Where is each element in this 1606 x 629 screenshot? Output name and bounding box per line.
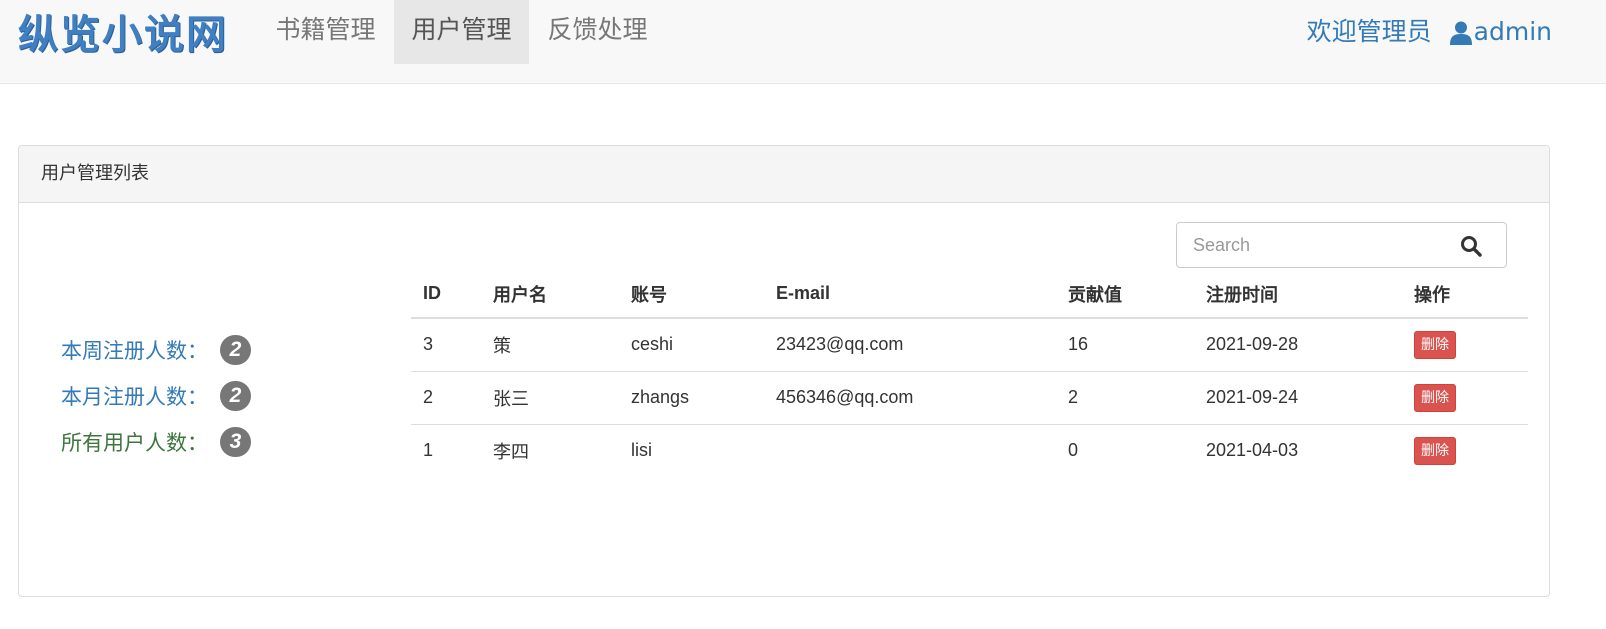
delete-button[interactable]: 删除 (1414, 383, 1456, 412)
nav-book-management[interactable]: 书籍管理 (258, 0, 393, 64)
cell-account: lisi (619, 423, 764, 477)
table-header-row: ID 用户名 账号 E-mail 贡献值 注册时间 操作 (411, 270, 1528, 319)
site-logo[interactable]: 纵览小说网 (18, 10, 228, 60)
cell-id: 2 (411, 370, 481, 424)
cell-email: 23423@qq.com (764, 317, 1056, 371)
column-header-actions: 操作 (1402, 270, 1528, 319)
stat-weekly-label: 本周注册人数： (61, 339, 208, 363)
column-header-account: 账号 (619, 270, 764, 319)
column-header-email: E-mail (764, 270, 1056, 319)
cell-account: ceshi (619, 317, 764, 371)
column-header-username: 用户名 (481, 270, 619, 319)
welcome-admin-link[interactable]: 欢迎管理员 admin (1307, 12, 1552, 52)
cell-account: zhangs (619, 370, 764, 424)
user-table: ID 用户名 账号 E-mail 贡献值 注册时间 操作 3 策 ceshi 2… (411, 270, 1528, 477)
cell-register-time: 2021-09-28 (1194, 317, 1402, 371)
table-row: 1 李四 lisi 0 2021-04-03 删除 (411, 423, 1528, 477)
stat-monthly: 本月注册人数： 2 (61, 373, 251, 419)
stat-total-badge: 3 (220, 427, 251, 457)
delete-button[interactable]: 删除 (1414, 330, 1456, 359)
column-header-points: 贡献值 (1056, 270, 1194, 319)
cell-username: 策 (481, 317, 619, 371)
panel-title: 用户管理列表 (19, 146, 1549, 203)
cell-register-time: 2021-04-03 (1194, 423, 1402, 477)
delete-button[interactable]: 删除 (1414, 436, 1456, 465)
search-icon[interactable] (1460, 235, 1482, 257)
search-input[interactable] (1177, 223, 1437, 267)
user-management-panel: 用户管理列表 本周注册人数： 2 本月注册人数： 2 所有用户人数： 3 Sea… (18, 145, 1550, 597)
cell-username: 张三 (481, 370, 619, 424)
username: admin (1473, 17, 1552, 46)
stat-total: 所有用户人数： 3 (61, 419, 251, 465)
cell-username: 李四 (481, 423, 619, 477)
top-navbar: 纵览小说网 书籍管理 用户管理 反馈处理 欢迎管理员 admin (0, 0, 1606, 84)
cell-id: 1 (411, 423, 481, 477)
cell-id: 3 (411, 317, 481, 371)
stat-monthly-label: 本月注册人数： (61, 385, 208, 409)
nav-user-management[interactable]: 用户管理 (394, 0, 529, 64)
cell-email (764, 423, 1056, 477)
stat-total-label: 所有用户人数： (61, 431, 208, 455)
cell-email: 456346@qq.com (764, 370, 1056, 424)
welcome-text: 欢迎管理员 (1306, 17, 1432, 46)
cell-actions: 删除 (1402, 370, 1528, 424)
stat-monthly-badge: 2 (220, 381, 251, 411)
table-row: 3 策 ceshi 23423@qq.com 16 2021-09-28 删除 (411, 317, 1528, 371)
column-header-id: ID (411, 270, 481, 319)
stat-weekly: 本周注册人数： 2 (61, 327, 251, 373)
stat-weekly-badge: 2 (220, 335, 251, 365)
cell-points: 16 (1056, 317, 1194, 371)
search-box (1176, 222, 1507, 268)
cell-actions: 删除 (1402, 423, 1528, 477)
user-icon (1449, 17, 1472, 45)
cell-actions: 删除 (1402, 317, 1528, 371)
cell-points: 2 (1056, 370, 1194, 424)
nav-feedback-handling[interactable]: 反馈处理 (530, 0, 665, 64)
column-header-register-time: 注册时间 (1194, 270, 1402, 319)
table-row: 2 张三 zhangs 456346@qq.com 2 2021-09-24 删… (411, 370, 1528, 424)
registration-stats: 本周注册人数： 2 本月注册人数： 2 所有用户人数： 3 (61, 327, 251, 465)
cell-register-time: 2021-09-24 (1194, 370, 1402, 424)
cell-points: 0 (1056, 423, 1194, 477)
